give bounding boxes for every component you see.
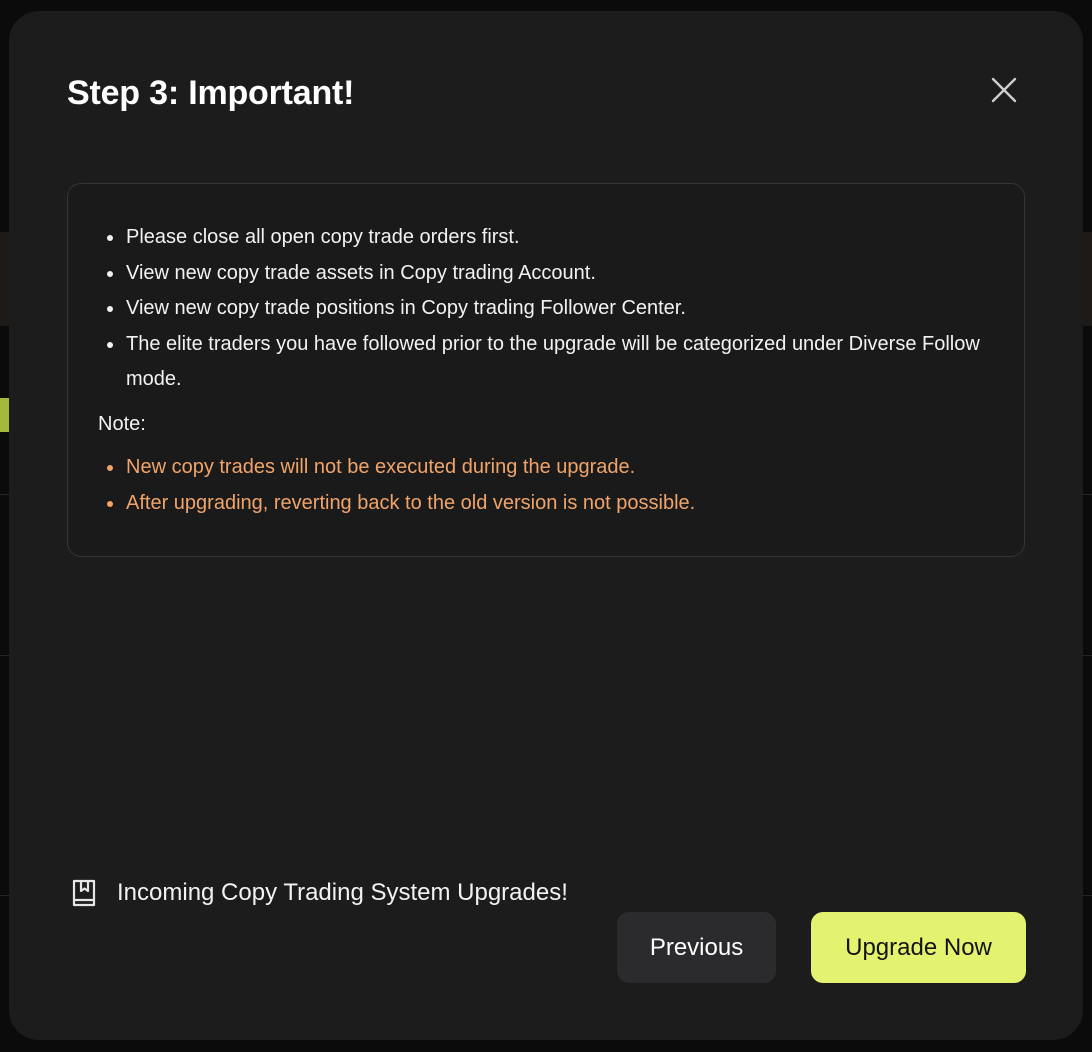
upgrade-announcement-link[interactable]: Incoming Copy Trading System Upgrades!	[71, 878, 568, 908]
note-label: Note:	[98, 413, 146, 435]
close-button[interactable]	[984, 70, 1024, 110]
close-icon[interactable]	[990, 76, 1018, 104]
warning-item: New copy trades will not be executed dur…	[107, 450, 986, 486]
instructions-list: Please close all open copy trade orders …	[107, 220, 986, 398]
list-item: The elite traders you have followed prio…	[107, 327, 986, 398]
list-item: Please close all open copy trade orders …	[107, 220, 986, 256]
modal-title: Step 3: Important!	[67, 74, 355, 112]
bookmark-book-icon	[71, 878, 97, 908]
list-item: View new copy trade assets in Copy tradi…	[107, 256, 986, 292]
previous-button[interactable]: Previous	[617, 912, 776, 983]
warning-item: After upgrading, reverting back to the o…	[107, 486, 986, 522]
upgrade-modal: Step 3: Important! Please close all open…	[9, 11, 1083, 1040]
upgrade-now-button[interactable]: Upgrade Now	[811, 912, 1026, 983]
announcement-label: Incoming Copy Trading System Upgrades!	[117, 879, 568, 906]
warning-list: New copy trades will not be executed dur…	[107, 450, 986, 522]
list-item: View new copy trade positions in Copy tr…	[107, 291, 986, 327]
important-info-panel: Please close all open copy trade orders …	[67, 183, 1025, 557]
